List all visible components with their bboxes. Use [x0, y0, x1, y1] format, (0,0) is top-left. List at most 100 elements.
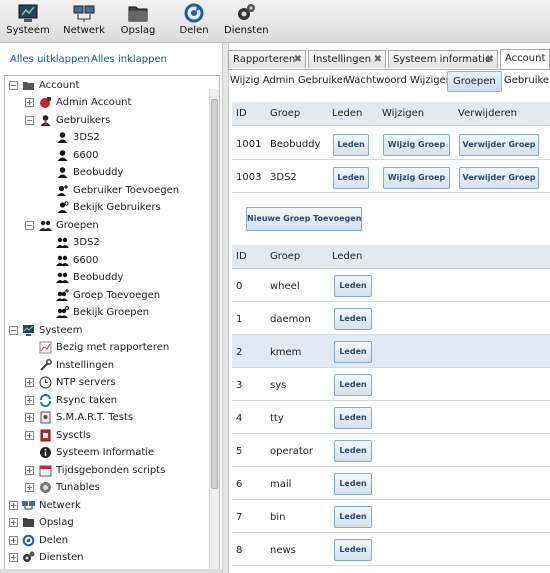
admin-icon: [40, 97, 51, 108]
tree-item-label: NTP servers: [56, 377, 116, 388]
close-icon[interactable]: ✖: [486, 51, 494, 68]
group-id: 1003: [236, 172, 262, 183]
group-id: 5: [236, 446, 243, 457]
subtab-change-password[interactable]: Wachtwoord Wijzigen: [345, 71, 452, 90]
expand-toggle[interactable]: +: [25, 378, 34, 387]
expand-toggle[interactable]: +: [9, 536, 18, 545]
column-header: ID: [236, 251, 247, 262]
expand-toggle[interactable]: +: [25, 431, 34, 440]
members-button[interactable]: Leden: [333, 167, 369, 189]
subtab-change-admin[interactable]: Wijzig Admin Gebruiker: [230, 71, 347, 90]
group-name: mail: [270, 479, 292, 490]
tree-item-label: Beobuddy: [73, 272, 124, 283]
tree-controls: Alles uitklappen Alles inklappen: [0, 43, 222, 75]
tree-item-label: Gebruikers: [56, 115, 111, 126]
members-button[interactable]: Leden: [334, 308, 372, 330]
table-row-selected[interactable]: 2 kmem Leden: [232, 335, 550, 368]
tree-item-label: Opslag: [39, 517, 74, 528]
expand-toggle[interactable]: +: [25, 413, 34, 422]
table-row: 4 tty Leden: [232, 401, 550, 434]
edit-group-button[interactable]: Wijzig Groep: [383, 134, 450, 156]
tab-system-info[interactable]: Systeem informatie ✖: [388, 50, 498, 68]
tunables-icon: [40, 482, 51, 493]
group-id: 7: [236, 512, 243, 523]
members-button[interactable]: Leden: [334, 539, 372, 561]
expand-toggle[interactable]: +: [25, 98, 34, 107]
folder-icon: [23, 82, 34, 90]
toolbar-services-button[interactable]: Diensten: [224, 3, 269, 41]
tree-scrollbar[interactable]: [209, 89, 219, 569]
info-icon: [40, 447, 51, 458]
tree-item-label: Beobuddy: [73, 167, 124, 178]
collapse-toggle[interactable]: −: [9, 81, 18, 90]
expand-all-link[interactable]: Alles uitklappen: [10, 54, 90, 65]
group-icon: [56, 272, 69, 283]
collapse-toggle[interactable]: −: [25, 221, 34, 230]
expand-toggle[interactable]: +: [25, 396, 34, 405]
expand-toggle[interactable]: +: [9, 518, 18, 527]
group-name: news: [270, 545, 296, 556]
toolbar-network-button[interactable]: Netwerk: [62, 3, 106, 41]
tree-item-label: Groepen: [56, 220, 99, 231]
delete-group-button[interactable]: Verwijder Groep: [459, 167, 539, 189]
column-header: Leden: [332, 251, 363, 262]
members-button[interactable]: Leden: [333, 134, 369, 156]
members-button[interactable]: Leden: [334, 374, 372, 396]
calendar-icon: [39, 465, 52, 477]
edit-group-button[interactable]: Wijzig Groep: [383, 167, 450, 189]
column-header: Groep: [270, 108, 301, 119]
horizontal-scrollbar[interactable]: [0, 569, 222, 573]
system-icon: [23, 325, 34, 336]
add-group-button[interactable]: Nieuwe Groep Toevoegen: [246, 207, 362, 231]
column-header: Wijzigen: [382, 108, 425, 119]
sharing-icon: [22, 534, 35, 547]
toolbar-sharing-button[interactable]: Delen: [172, 3, 216, 41]
toolbar-network-label: Netwerk: [63, 25, 105, 36]
panel-splitter[interactable]: [222, 43, 229, 573]
group-icon: [56, 237, 69, 248]
subtab-users[interactable]: Gebruiker: [504, 71, 550, 90]
table-header: ID Groep Leden Wijzigen Verwijderen: [232, 102, 550, 126]
members-button[interactable]: Leden: [334, 473, 372, 495]
expand-toggle[interactable]: +: [9, 501, 18, 510]
tree-item-label: Account: [39, 80, 80, 91]
members-button[interactable]: Leden: [334, 506, 372, 528]
group-name: operator: [270, 446, 314, 457]
tab-account[interactable]: Account: [500, 49, 550, 69]
group-name: kmem: [270, 347, 302, 358]
column-header: Groep: [270, 251, 301, 262]
group-name: daemon: [270, 314, 311, 325]
group-name: bin: [270, 512, 286, 523]
storage-icon: [128, 6, 148, 22]
members-button[interactable]: Leden: [334, 407, 372, 429]
close-icon[interactable]: ✖: [374, 51, 382, 68]
members-button[interactable]: Leden: [334, 440, 372, 462]
delete-group-button[interactable]: Verwijder Groep: [459, 134, 539, 156]
navigation-tree: − Account + Admin Account − Gebruikers 3…: [4, 75, 220, 571]
group-name: tty: [270, 413, 284, 424]
toolbar-system-button[interactable]: Systeem: [6, 3, 50, 41]
toolbar-storage-button[interactable]: Opslag: [116, 3, 160, 41]
group-id: 4: [236, 413, 243, 424]
tree-item-label: Systeem: [39, 325, 83, 336]
tree-scrollbar-thumb[interactable]: [211, 99, 218, 489]
add-user-icon: [57, 185, 68, 196]
group-id: 8: [236, 545, 243, 556]
tab-label: Rapporteren: [233, 54, 296, 65]
tab-settings[interactable]: Instellingen ✖: [308, 50, 386, 68]
tab-reporting[interactable]: Rapporteren ✖: [228, 50, 306, 68]
group-id: 3: [236, 380, 243, 391]
subtab-groups[interactable]: Groepen: [447, 71, 502, 92]
expand-toggle[interactable]: +: [9, 553, 18, 562]
close-icon[interactable]: ✖: [294, 51, 302, 68]
members-button[interactable]: Leden: [334, 275, 372, 297]
collapse-toggle[interactable]: −: [9, 326, 18, 335]
tree-item-label: Sysctls: [56, 430, 91, 441]
collapse-all-link[interactable]: Alles inklappen: [91, 54, 167, 65]
tree-item-label: 3DS2: [73, 237, 100, 248]
expand-toggle[interactable]: +: [25, 466, 34, 475]
members-button[interactable]: Leden: [334, 341, 372, 363]
tree-item-label: Bekijk Gebruikers: [73, 202, 161, 213]
expand-toggle[interactable]: +: [25, 483, 34, 492]
collapse-toggle[interactable]: −: [25, 116, 34, 125]
